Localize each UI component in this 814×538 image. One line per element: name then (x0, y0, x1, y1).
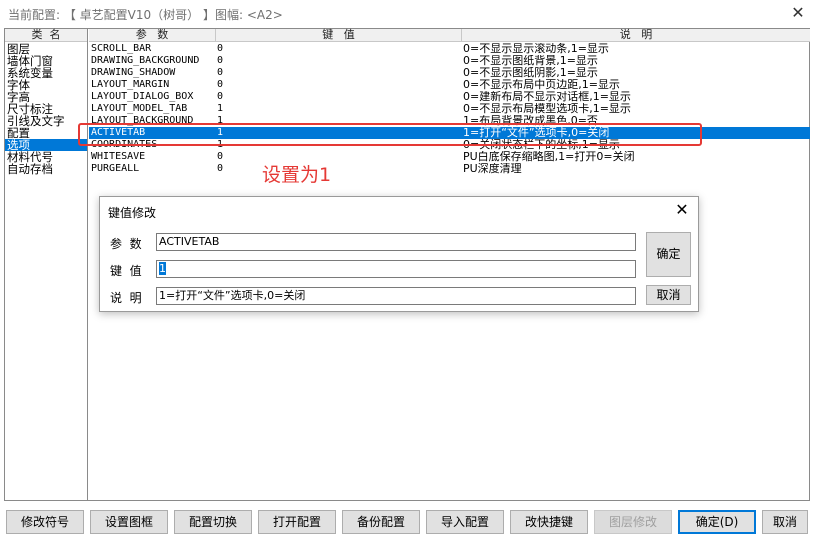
value-cell: 1 (217, 115, 224, 126)
edit-symbol-button[interactable]: 修改符号 (6, 510, 84, 534)
desc-cell: 1=打开“文件”选项卡,0=关闭 (463, 127, 610, 139)
param-cell: LAYOUT_MODEL_TAB (91, 103, 188, 114)
table-row[interactable]: COORDINATES 1 0=关闭状态栏下的坐标,1=显示 (89, 139, 810, 151)
bottom-toolbar: 修改符号 设置图框 配置切换 打开配置 备份配置 导入配置 改快捷键 图层修改 确定(D) 取消 (0, 508, 814, 536)
table-row[interactable]: LAYOUT_MODEL_TAB 1 0=不显示布局模型选项卡,1=显示 (89, 103, 810, 115)
value-cell: 0 (217, 163, 224, 174)
dialog-cancel-button[interactable]: 取消 (646, 285, 691, 305)
backup-config-button[interactable]: 备份配置 (342, 510, 420, 534)
param-cell: DRAWING_SHADOW (91, 67, 176, 78)
annotation-text: 设置为1 (262, 164, 332, 186)
table-row[interactable]: DRAWING_BACKGROUND 0 0=不显示图纸背景,1=显示 (89, 55, 810, 67)
table-row[interactable]: ACTIVETAB 1 1=打开“文件”选项卡,0=关闭 (89, 127, 810, 139)
desc-cell: 0=不显示显示滚动条,1=显示 (463, 43, 609, 55)
title-bar: 当前配置: 【 卓艺配置V10（树哥） 】图幅: <A2> ✕ (0, 0, 814, 28)
param-cell: WHITESAVE (91, 151, 146, 162)
value-cell: 0 (217, 79, 224, 90)
category-item[interactable]: 系统变量 (5, 67, 87, 79)
table-row[interactable]: LAYOUT_DIALOG_BOX 0 0=建新布局不显示对话框,1=显示 (89, 91, 810, 103)
param-cell: LAYOUT_MARGIN (91, 79, 170, 90)
category-item[interactable]: 配置 (5, 127, 87, 139)
category-item[interactable]: 尺寸标注 (5, 103, 87, 115)
value-cell: 1 (217, 139, 224, 150)
ok-button[interactable]: 确定(D) (678, 510, 756, 534)
table-row[interactable]: LAYOUT_BACKGROUND 1 1=布局背景改成黑色,0=否 (89, 115, 810, 127)
table-row[interactable]: SCROLL_BAR 0 0=不显示显示滚动条,1=显示 (89, 43, 810, 55)
dialog-close-icon[interactable]: ✕ (674, 201, 690, 219)
value-cell: 1 (217, 103, 224, 114)
desc-cell: 0=不显示图纸阴影,1=显示 (463, 67, 598, 79)
desc-cell: 0=关闭状态栏下的坐标,1=显示 (463, 139, 620, 151)
param-cell: DRAWING_BACKGROUND (91, 55, 200, 66)
edit-value-dialog: 键值修改 ✕ 参 数 ACTIVETAB 键 值 1 说 明 1=打开“文件”选… (99, 196, 699, 312)
category-list: 图层 墙体门窗 系统变量 字体 字高 尺寸标注 引线及文字 配置 选项 材料代号 自动存档 (5, 43, 87, 175)
set-frame-button[interactable]: 设置图框 (90, 510, 168, 534)
table-row[interactable]: PURGEALL 0 PU深度清理 (89, 163, 810, 175)
category-panel: 类 名 图层 墙体门窗 系统变量 字体 字高 尺寸标注 引线及文字 配置 选项 材料代号 自动存档 (5, 29, 88, 500)
import-config-button[interactable]: 导入配置 (426, 510, 504, 534)
desc-cell: 0=不显示布局中页边距,1=显示 (463, 79, 620, 91)
param-field[interactable]: ACTIVETAB (156, 233, 636, 251)
category-item[interactable]: 选项 (5, 139, 87, 151)
category-item[interactable]: 墙体门窗 (5, 55, 87, 67)
param-cell: LAYOUT_DIALOG_BOX (91, 91, 194, 102)
cancel-button[interactable]: 取消 (762, 510, 808, 534)
desc-cell: 0=建新布局不显示对话框,1=显示 (463, 91, 631, 103)
param-cell: COORDINATES (91, 139, 158, 150)
column-header-param[interactable]: 参 数 (89, 29, 215, 42)
category-item[interactable]: 引线及文字 (5, 115, 87, 127)
value-cell: 1 (217, 127, 224, 138)
desc-cell: 0=不显示图纸背景,1=显示 (463, 55, 598, 67)
value-cell: 0 (217, 151, 224, 162)
desc-label: 说 明 (110, 291, 142, 305)
table-row[interactable]: LAYOUT_MARGIN 0 0=不显示布局中页边距,1=显示 (89, 79, 810, 91)
value-cell: 0 (217, 67, 224, 78)
param-cell: SCROLL_BAR (91, 43, 152, 54)
param-cell: PURGEALL (91, 163, 140, 174)
category-item[interactable]: 字高 (5, 91, 87, 103)
desc-cell: PU白底保存缩略图,1=打开0=关闭 (463, 151, 635, 163)
column-header-desc[interactable]: 说 明 (462, 29, 810, 42)
dialog-title: 键值修改 (108, 206, 157, 220)
value-cell: 0 (217, 43, 224, 54)
edit-shortcut-button[interactable]: 改快捷键 (510, 510, 588, 534)
column-header-value[interactable]: 键 值 (216, 29, 461, 42)
value-cell: 0 (217, 55, 224, 66)
param-label: 参 数 (110, 237, 142, 251)
close-icon[interactable]: ✕ (790, 4, 806, 22)
window-title: 当前配置: 【 卓艺配置V10（树哥） 】图幅: <A2> (8, 8, 283, 22)
table-row[interactable]: DRAWING_SHADOW 0 0=不显示图纸阴影,1=显示 (89, 67, 810, 79)
desc-cell: PU深度清理 (463, 163, 522, 175)
desc-cell: 0=不显示布局模型选项卡,1=显示 (463, 103, 631, 115)
layer-edit-button[interactable]: 图层修改 (594, 510, 672, 534)
value-field[interactable]: 1 (156, 260, 636, 278)
desc-field[interactable]: 1=打开“文件”选项卡,0=关闭 (156, 287, 636, 305)
value-cell: 0 (217, 91, 224, 102)
grid-rows: SCROLL_BAR 0 0=不显示显示滚动条,1=显示 DRAWING_BACKGR… (89, 43, 810, 175)
param-cell: ACTIVETAB (91, 127, 146, 138)
dialog-ok-button[interactable]: 确定 (646, 232, 691, 277)
category-item[interactable]: 自动存档 (5, 163, 87, 175)
desc-cell: 1=布局背景改成黑色,0=否 (463, 115, 598, 127)
category-item[interactable]: 字体 (5, 79, 87, 91)
table-row[interactable]: WHITESAVE 0 PU白底保存缩略图,1=打开0=关闭 (89, 151, 810, 163)
category-item[interactable]: 材料代号 (5, 151, 87, 163)
category-item[interactable]: 图层 (5, 43, 87, 55)
param-cell: LAYOUT_BACKGROUND (91, 115, 194, 126)
open-config-button[interactable]: 打开配置 (258, 510, 336, 534)
switch-config-button[interactable]: 配置切换 (174, 510, 252, 534)
category-header[interactable]: 类 名 (5, 29, 87, 42)
value-label: 键 值 (110, 264, 142, 278)
